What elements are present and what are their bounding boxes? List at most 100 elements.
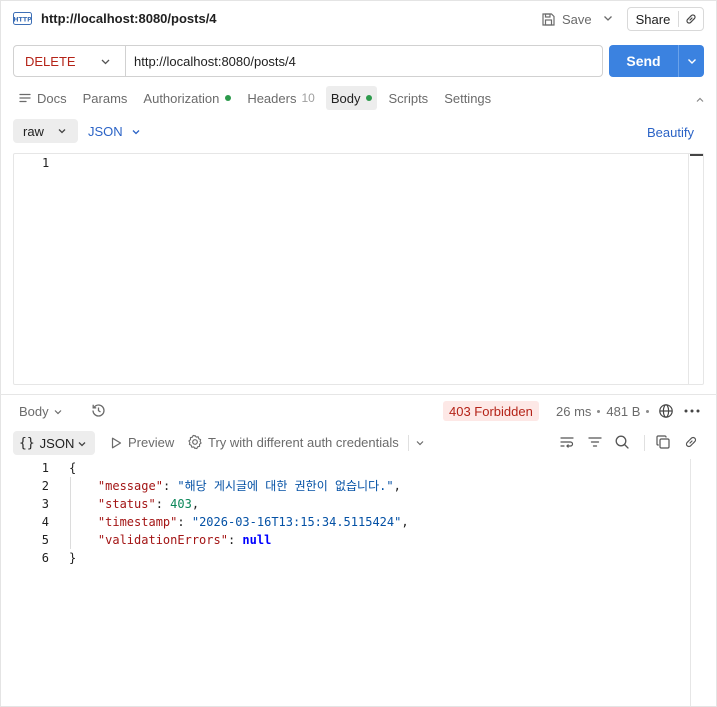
body-mode-select[interactable]: raw xyxy=(13,119,78,143)
request-tabs: Docs Params Authorization Headers 10 Bod… xyxy=(13,86,502,110)
response-view-select[interactable]: Body xyxy=(19,404,63,419)
code-token: , xyxy=(191,497,200,511)
tab-label: Authorization xyxy=(143,90,220,106)
response-size[interactable]: 481 B xyxy=(606,404,640,419)
code-token: { xyxy=(69,461,77,475)
code-text: "validationErrors": null xyxy=(69,531,271,549)
line-number: 3 xyxy=(41,497,49,511)
body-mode-label: raw xyxy=(23,123,44,139)
search-icon[interactable] xyxy=(614,434,630,450)
tab-label: Body xyxy=(330,90,361,106)
code-token: "2026-03-16T13:15:34.5115424" xyxy=(191,515,402,529)
chevron-down-icon xyxy=(58,129,66,134)
line-number: 4 xyxy=(41,515,49,529)
request-title: http://localhost:8080/posts/4 xyxy=(41,11,217,26)
tab-label: Docs xyxy=(37,90,67,106)
send-options-button[interactable] xyxy=(679,55,704,67)
try-auth-button[interactable]: Try with different auth credentials xyxy=(187,434,399,450)
active-dot xyxy=(366,95,373,101)
code-token: : xyxy=(177,515,192,529)
code-token: , xyxy=(393,479,401,493)
title-bar: HTTP http://localhost:8080/posts/4 Save … xyxy=(0,0,717,38)
tab-label: Scripts xyxy=(388,90,429,106)
tab-settings[interactable]: Settings xyxy=(439,86,496,110)
tab-label: Headers xyxy=(247,90,297,106)
response-format-select[interactable]: {} JSON xyxy=(13,431,95,455)
tab-body[interactable]: Body xyxy=(325,86,378,110)
chevron-up-icon[interactable] xyxy=(694,94,706,106)
tab-authorization[interactable]: Authorization xyxy=(138,86,236,110)
request-body-editor[interactable]: 1 xyxy=(13,153,704,385)
code-text: } xyxy=(69,549,76,567)
code-line: 4 "timestamp": "2026-03-16T13:15:34.5115… xyxy=(13,513,409,531)
code-token: : xyxy=(155,497,171,511)
chevron-down-icon xyxy=(78,442,86,447)
globe-icon[interactable] xyxy=(658,403,674,419)
pane-divider[interactable] xyxy=(0,394,717,395)
code-line: 2 "message": "해당 게시글에 대한 권한이 없습니다.", xyxy=(13,477,401,495)
code-token: 403 xyxy=(170,497,192,511)
line-number: 1 xyxy=(42,156,50,170)
filter-icon[interactable] xyxy=(587,434,603,450)
link-icon xyxy=(686,14,696,24)
method-label: DELETE xyxy=(25,53,76,69)
code-text: "message": "해당 게시글에 대한 권한이 없습니다.", xyxy=(69,477,401,495)
send-button[interactable]: Send xyxy=(609,45,704,77)
preview-button[interactable]: Preview xyxy=(109,435,174,450)
code-token: : xyxy=(227,533,243,547)
chevron-down-icon xyxy=(54,409,62,414)
code-line: 3 "status": 403, xyxy=(13,495,199,513)
tab-docs[interactable]: Docs xyxy=(13,86,72,110)
code-token: null xyxy=(242,533,272,547)
share-button[interactable]: Share xyxy=(627,7,704,31)
more-icon[interactable] xyxy=(684,409,700,413)
toolbar-divider xyxy=(644,435,645,451)
copy-icon[interactable] xyxy=(655,434,671,450)
active-dot xyxy=(225,95,232,101)
response-meta: 26 ms 481 B xyxy=(556,404,655,419)
viewer-scrollbar[interactable] xyxy=(690,459,691,706)
url-bar: DELETE xyxy=(13,45,603,77)
link-icon[interactable] xyxy=(683,434,699,450)
tab-params[interactable]: Params xyxy=(78,86,133,110)
meta-separator xyxy=(646,410,650,413)
method-select[interactable]: DELETE xyxy=(14,46,125,76)
toolbar-divider xyxy=(408,435,409,451)
http-icon: HTTP xyxy=(13,12,32,25)
code-text: "status": 403, xyxy=(69,495,199,513)
save-button[interactable]: Save xyxy=(541,8,592,30)
line-number: 6 xyxy=(41,551,49,565)
try-auth-label: Try with different auth credentials xyxy=(208,434,399,450)
code-token: "validationErrors" xyxy=(97,533,228,547)
tab-headers[interactable]: Headers 10 xyxy=(242,86,320,110)
beautify-button[interactable]: Beautify xyxy=(647,125,694,140)
gear-icon xyxy=(188,434,202,450)
body-language-select[interactable]: JSON xyxy=(88,124,141,139)
code-line: 1{ xyxy=(13,459,76,477)
status-badge[interactable]: 403 Forbidden xyxy=(443,401,539,421)
save-label: Save xyxy=(562,11,592,27)
history-icon[interactable] xyxy=(90,402,107,419)
preview-label: Preview xyxy=(128,435,175,450)
code-token: "해당 게시글에 대한 권한이 없습니다." xyxy=(177,479,394,493)
code-token: , xyxy=(401,515,409,529)
svg-text:HTTP: HTTP xyxy=(13,17,32,24)
chevron-down-icon[interactable] xyxy=(600,10,616,26)
code-token: "status" xyxy=(97,497,156,511)
code-text: "timestamp": "2026-03-16T13:15:34.511542… xyxy=(69,513,409,531)
braces-icon: {} xyxy=(19,435,35,451)
code-text: { xyxy=(69,459,76,477)
url-input[interactable] xyxy=(126,46,602,76)
line-number: 1 xyxy=(41,461,49,475)
copy-link-button[interactable] xyxy=(679,12,703,26)
body-language-label: JSON xyxy=(88,124,123,139)
response-body-viewer[interactable]: 1{2 "message": "해당 게시글에 대한 권한이 없습니다.", 3 … xyxy=(13,459,704,706)
wrap-icon[interactable] xyxy=(559,434,575,450)
tab-scripts[interactable]: Scripts xyxy=(383,86,433,110)
chevron-down-icon[interactable] xyxy=(414,437,426,449)
response-format-label: JSON xyxy=(39,435,75,451)
response-time[interactable]: 26 ms xyxy=(556,404,591,419)
editor-scrollbar[interactable] xyxy=(688,154,703,384)
